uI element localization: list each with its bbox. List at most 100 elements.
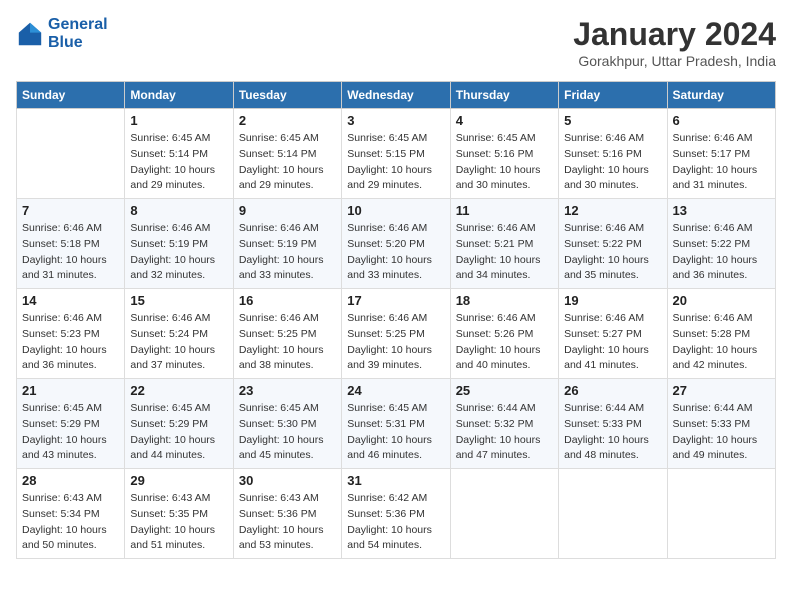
day-number: 10 xyxy=(347,203,444,218)
calendar-week-1: 1 Sunrise: 6:45 AM Sunset: 5:14 PM Daylig… xyxy=(17,109,776,199)
logo-icon xyxy=(16,20,44,48)
day-number: 27 xyxy=(673,383,770,398)
calendar-cell: 13 Sunrise: 6:46 AM Sunset: 5:22 PM Dayli… xyxy=(667,199,775,289)
calendar-week-4: 21 Sunrise: 6:45 AM Sunset: 5:29 PM Dayli… xyxy=(17,379,776,469)
calendar-cell xyxy=(17,109,125,199)
calendar-week-5: 28 Sunrise: 6:43 AM Sunset: 5:34 PM Dayli… xyxy=(17,469,776,559)
calendar-cell: 3 Sunrise: 6:45 AM Sunset: 5:15 PM Daylig… xyxy=(342,109,450,199)
calendar-cell: 29Sunrise: 6:43 AM Sunset: 5:35 PM Dayli… xyxy=(125,469,233,559)
location-subtitle: Gorakhpur, Uttar Pradesh, India xyxy=(573,53,776,69)
day-info: Sunrise: 6:46 AM Sunset: 5:22 PM Dayligh… xyxy=(564,221,661,284)
calendar-cell: 27 Sunrise: 6:44 AM Sunset: 5:33 PM Dayli… xyxy=(667,379,775,469)
day-number: 3 xyxy=(347,113,444,128)
calendar-cell: 22 Sunrise: 6:45 AM Sunset: 5:29 PM Dayli… xyxy=(125,379,233,469)
day-info: Sunrise: 6:45 AM Sunset: 5:15 PM Dayligh… xyxy=(347,131,444,194)
day-info: Sunrise: 6:46 AM Sunset: 5:18 PM Dayligh… xyxy=(22,221,119,284)
calendar-cell: 19 Sunrise: 6:46 AM Sunset: 5:27 PM Dayli… xyxy=(559,289,667,379)
calendar-cell: 14 Sunrise: 6:46 AM Sunset: 5:23 PM Dayli… xyxy=(17,289,125,379)
calendar-cell xyxy=(667,469,775,559)
day-header-sunday: Sunday xyxy=(17,82,125,109)
calendar-cell: 1 Sunrise: 6:45 AM Sunset: 5:14 PM Daylig… xyxy=(125,109,233,199)
day-header-wednesday: Wednesday xyxy=(342,82,450,109)
calendar-cell: 17Sunrise: 6:46 AM Sunset: 5:25 PM Dayli… xyxy=(342,289,450,379)
calendar-week-3: 14 Sunrise: 6:46 AM Sunset: 5:23 PM Dayli… xyxy=(17,289,776,379)
day-info: Sunrise: 6:44 AM Sunset: 5:33 PM Dayligh… xyxy=(673,401,770,464)
day-number: 16 xyxy=(239,293,336,308)
calendar-cell: 9Sunrise: 6:46 AM Sunset: 5:19 PM Daylig… xyxy=(233,199,341,289)
day-number: 6 xyxy=(673,113,770,128)
day-info: Sunrise: 6:46 AM Sunset: 5:27 PM Dayligh… xyxy=(564,311,661,374)
day-number: 30 xyxy=(239,473,336,488)
day-header-monday: Monday xyxy=(125,82,233,109)
day-info: Sunrise: 6:45 AM Sunset: 5:31 PM Dayligh… xyxy=(347,401,444,464)
day-info: Sunrise: 6:46 AM Sunset: 5:24 PM Dayligh… xyxy=(130,311,227,374)
calendar-week-2: 7 Sunrise: 6:46 AM Sunset: 5:18 PM Daylig… xyxy=(17,199,776,289)
day-number: 12 xyxy=(564,203,661,218)
day-info: Sunrise: 6:46 AM Sunset: 5:28 PM Dayligh… xyxy=(673,311,770,374)
day-number: 4 xyxy=(456,113,553,128)
day-info: Sunrise: 6:46 AM Sunset: 5:25 PM Dayligh… xyxy=(347,311,444,374)
day-info: Sunrise: 6:43 AM Sunset: 5:34 PM Dayligh… xyxy=(22,491,119,554)
day-info: Sunrise: 6:44 AM Sunset: 5:33 PM Dayligh… xyxy=(564,401,661,464)
day-number: 9 xyxy=(239,203,336,218)
calendar-cell: 2Sunrise: 6:45 AM Sunset: 5:14 PM Daylig… xyxy=(233,109,341,199)
calendar-cell: 11 Sunrise: 6:46 AM Sunset: 5:21 PM Dayli… xyxy=(450,199,558,289)
day-info: Sunrise: 6:45 AM Sunset: 5:16 PM Dayligh… xyxy=(456,131,553,194)
calendar-cell: 5 Sunrise: 6:46 AM Sunset: 5:16 PM Daylig… xyxy=(559,109,667,199)
day-number: 7 xyxy=(22,203,119,218)
day-info: Sunrise: 6:45 AM Sunset: 5:14 PM Dayligh… xyxy=(130,131,227,194)
day-number: 14 xyxy=(22,293,119,308)
calendar-table: SundayMondayTuesdayWednesdayThursdayFrid… xyxy=(16,81,776,559)
calendar-cell: 28 Sunrise: 6:43 AM Sunset: 5:34 PM Dayli… xyxy=(17,469,125,559)
day-info: Sunrise: 6:46 AM Sunset: 5:20 PM Dayligh… xyxy=(347,221,444,284)
day-info: Sunrise: 6:46 AM Sunset: 5:16 PM Dayligh… xyxy=(564,131,661,194)
day-number: 21 xyxy=(22,383,119,398)
day-number: 25 xyxy=(456,383,553,398)
day-number: 13 xyxy=(673,203,770,218)
day-number: 19 xyxy=(564,293,661,308)
calendar-cell: 4 Sunrise: 6:45 AM Sunset: 5:16 PM Daylig… xyxy=(450,109,558,199)
calendar-cell: 21Sunrise: 6:45 AM Sunset: 5:29 PM Dayli… xyxy=(17,379,125,469)
calendar-cell: 12 Sunrise: 6:46 AM Sunset: 5:22 PM Dayli… xyxy=(559,199,667,289)
day-number: 5 xyxy=(564,113,661,128)
day-info: Sunrise: 6:43 AM Sunset: 5:36 PM Dayligh… xyxy=(239,491,336,554)
day-number: 24 xyxy=(347,383,444,398)
day-number: 22 xyxy=(130,383,227,398)
calendar-cell: 7 Sunrise: 6:46 AM Sunset: 5:18 PM Daylig… xyxy=(17,199,125,289)
day-info: Sunrise: 6:46 AM Sunset: 5:22 PM Dayligh… xyxy=(673,221,770,284)
day-number: 20 xyxy=(673,293,770,308)
calendar-cell: 10 Sunrise: 6:46 AM Sunset: 5:20 PM Dayli… xyxy=(342,199,450,289)
calendar-cell xyxy=(559,469,667,559)
day-number: 1 xyxy=(130,113,227,128)
day-number: 29 xyxy=(130,473,227,488)
calendar-cell xyxy=(450,469,558,559)
day-info: Sunrise: 6:45 AM Sunset: 5:29 PM Dayligh… xyxy=(130,401,227,464)
day-info: Sunrise: 6:46 AM Sunset: 5:21 PM Dayligh… xyxy=(456,221,553,284)
day-info: Sunrise: 6:46 AM Sunset: 5:23 PM Dayligh… xyxy=(22,311,119,374)
calendar-cell: 6Sunrise: 6:46 AM Sunset: 5:17 PM Daylig… xyxy=(667,109,775,199)
calendar-cell: 8 Sunrise: 6:46 AM Sunset: 5:19 PM Daylig… xyxy=(125,199,233,289)
day-info: Sunrise: 6:46 AM Sunset: 5:25 PM Dayligh… xyxy=(239,311,336,374)
day-info: Sunrise: 6:46 AM Sunset: 5:19 PM Dayligh… xyxy=(130,221,227,284)
month-title: January 2024 xyxy=(573,16,776,53)
calendar-cell: 23Sunrise: 6:45 AM Sunset: 5:30 PM Dayli… xyxy=(233,379,341,469)
day-info: Sunrise: 6:44 AM Sunset: 5:32 PM Dayligh… xyxy=(456,401,553,464)
day-number: 15 xyxy=(130,293,227,308)
title-area: January 2024 Gorakhpur, Uttar Pradesh, I… xyxy=(573,16,776,69)
calendar-cell: 15 Sunrise: 6:46 AM Sunset: 5:24 PM Dayli… xyxy=(125,289,233,379)
day-number: 2 xyxy=(239,113,336,128)
day-header-saturday: Saturday xyxy=(667,82,775,109)
day-number: 8 xyxy=(130,203,227,218)
calendar-cell: 31Sunrise: 6:42 AM Sunset: 5:36 PM Dayli… xyxy=(342,469,450,559)
logo: General Blue xyxy=(16,16,108,51)
page-header: General Blue January 2024 Gorakhpur, Utt… xyxy=(16,16,776,69)
day-number: 28 xyxy=(22,473,119,488)
day-header-tuesday: Tuesday xyxy=(233,82,341,109)
day-info: Sunrise: 6:42 AM Sunset: 5:36 PM Dayligh… xyxy=(347,491,444,554)
calendar-cell: 16 Sunrise: 6:46 AM Sunset: 5:25 PM Dayli… xyxy=(233,289,341,379)
day-info: Sunrise: 6:46 AM Sunset: 5:26 PM Dayligh… xyxy=(456,311,553,374)
day-number: 11 xyxy=(456,203,553,218)
logo-text: General Blue xyxy=(48,16,108,51)
day-info: Sunrise: 6:45 AM Sunset: 5:30 PM Dayligh… xyxy=(239,401,336,464)
days-header-row: SundayMondayTuesdayWednesdayThursdayFrid… xyxy=(17,82,776,109)
